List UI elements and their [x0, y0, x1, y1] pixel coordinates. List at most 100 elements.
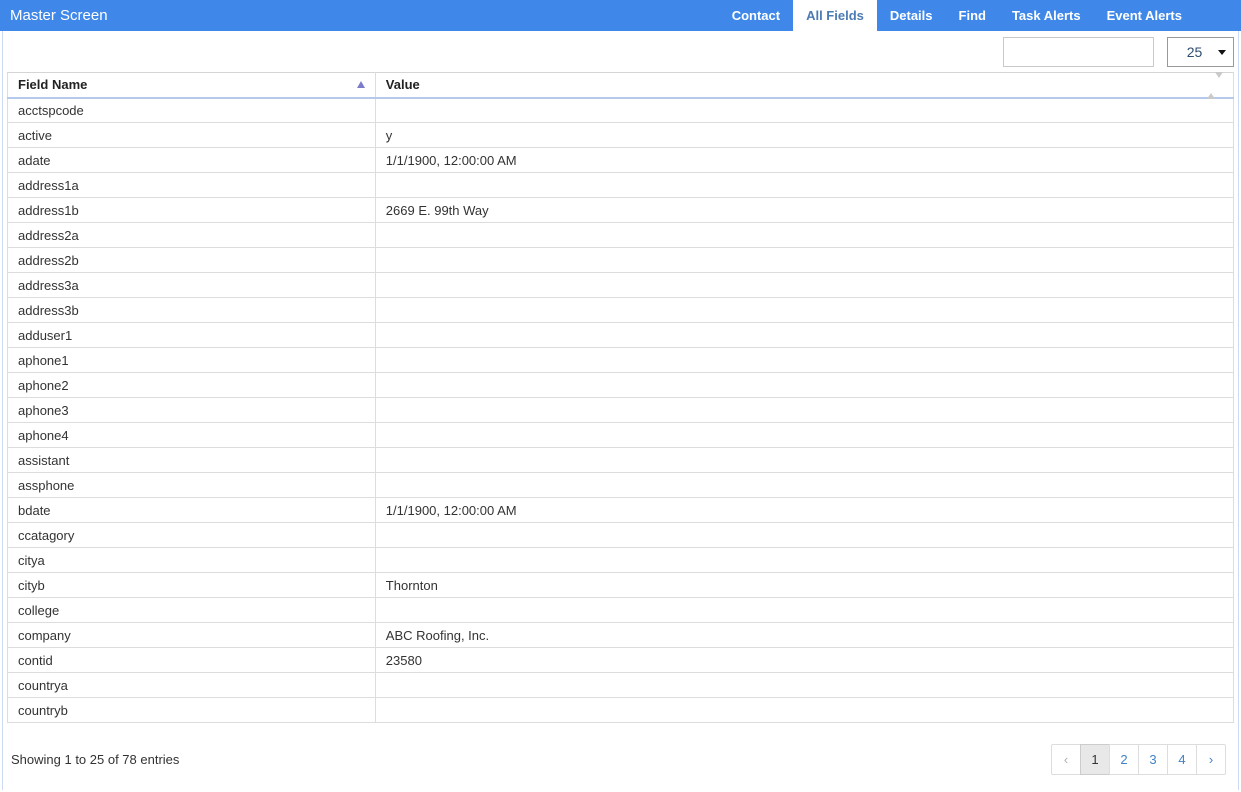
field-value-cell — [375, 598, 1233, 623]
sort-unsorted-icon — [1207, 78, 1223, 93]
field-name-cell: address2b — [8, 248, 376, 273]
table-header-row: Field Name Value — [8, 73, 1234, 98]
field-value-cell: 2669 E. 99th Way — [375, 198, 1233, 223]
field-value-cell: ABC Roofing, Inc. — [375, 623, 1233, 648]
field-value-cell: Thornton — [375, 573, 1233, 598]
tab-contact[interactable]: Contact — [719, 0, 793, 31]
table-row[interactable]: acctspcode — [8, 98, 1234, 123]
table-row[interactable]: assistant — [8, 448, 1234, 473]
pagination: ‹1234› — [1051, 744, 1226, 775]
field-name-cell: adate — [8, 148, 376, 173]
field-value-cell: 1/1/1900, 12:00:00 AM — [375, 498, 1233, 523]
table-row[interactable]: companyABC Roofing, Inc. — [8, 623, 1234, 648]
field-value-cell: 23580 — [375, 648, 1233, 673]
table-row[interactable]: address3a — [8, 273, 1234, 298]
table-row[interactable]: address2a — [8, 223, 1234, 248]
page-button-2[interactable]: 2 — [1109, 744, 1139, 775]
tab-find[interactable]: Find — [946, 0, 999, 31]
field-name-cell: company — [8, 623, 376, 648]
column-header-label: Field Name — [18, 77, 87, 92]
table-row[interactable]: adduser1 — [8, 323, 1234, 348]
field-value-cell — [375, 398, 1233, 423]
column-header-value[interactable]: Value — [375, 73, 1233, 98]
entries-info: Showing 1 to 25 of 78 entries — [11, 752, 179, 767]
page-button-3[interactable]: 3 — [1138, 744, 1168, 775]
sort-ascending-icon — [357, 81, 365, 88]
field-value-cell — [375, 348, 1233, 373]
table-row[interactable]: countrya — [8, 673, 1234, 698]
field-value-cell — [375, 698, 1233, 723]
field-value-cell — [375, 248, 1233, 273]
next-page-button[interactable]: › — [1196, 744, 1226, 775]
field-name-cell: address1b — [8, 198, 376, 223]
field-name-cell: address1a — [8, 173, 376, 198]
field-name-cell: address2a — [8, 223, 376, 248]
tab-all-fields[interactable]: All Fields — [793, 0, 877, 33]
table-body: acctspcodeactiveyadate1/1/1900, 12:00:00… — [8, 98, 1234, 723]
table-row[interactable]: adate1/1/1900, 12:00:00 AM — [8, 148, 1234, 173]
app-header: Master Screen ContactAll FieldsDetailsFi… — [0, 0, 1241, 31]
field-name-cell: countryb — [8, 698, 376, 723]
table-row[interactable]: ccatagory — [8, 523, 1234, 548]
field-name-cell: aphone4 — [8, 423, 376, 448]
field-value-cell — [375, 98, 1233, 123]
field-name-cell: assphone — [8, 473, 376, 498]
column-header-field-name[interactable]: Field Name — [8, 73, 376, 98]
field-name-cell: contid — [8, 648, 376, 673]
caret-down-icon — [1218, 50, 1226, 55]
tab-details[interactable]: Details — [877, 0, 946, 31]
field-name-cell: cityb — [8, 573, 376, 598]
fields-table: Field Name Value acctspcodeactiveyadate1… — [7, 72, 1234, 723]
field-name-cell: aphone1 — [8, 348, 376, 373]
column-header-label: Value — [386, 77, 420, 92]
field-name-cell: address3b — [8, 298, 376, 323]
table-row[interactable]: aphone4 — [8, 423, 1234, 448]
field-name-cell: adduser1 — [8, 323, 376, 348]
field-name-cell: address3a — [8, 273, 376, 298]
tab-event-alerts[interactable]: Event Alerts — [1094, 0, 1195, 31]
table-row[interactable]: address1a — [8, 173, 1234, 198]
table-row[interactable]: aphone2 — [8, 373, 1234, 398]
field-value-cell — [375, 548, 1233, 573]
page-length-select[interactable]: 25 — [1167, 37, 1234, 67]
field-value-cell — [375, 523, 1233, 548]
tab-task-alerts[interactable]: Task Alerts — [999, 0, 1094, 31]
table-row[interactable]: address2b — [8, 248, 1234, 273]
table-row[interactable]: countryb — [8, 698, 1234, 723]
field-name-cell: bdate — [8, 498, 376, 523]
field-value-cell — [375, 673, 1233, 698]
table-row[interactable]: address3b — [8, 298, 1234, 323]
field-value-cell — [375, 448, 1233, 473]
table-row[interactable]: aphone1 — [8, 348, 1234, 373]
field-value-cell — [375, 173, 1233, 198]
field-name-cell: aphone3 — [8, 398, 376, 423]
field-value-cell: y — [375, 123, 1233, 148]
field-value-cell — [375, 323, 1233, 348]
page-button-1[interactable]: 1 — [1080, 744, 1110, 775]
table-row[interactable]: college — [8, 598, 1234, 623]
table-row[interactable]: assphone — [8, 473, 1234, 498]
table-row[interactable]: citybThornton — [8, 573, 1234, 598]
field-value-cell — [375, 298, 1233, 323]
prev-page-button[interactable]: ‹ — [1051, 744, 1081, 775]
field-value-cell — [375, 223, 1233, 248]
table-row[interactable]: citya — [8, 548, 1234, 573]
field-name-cell: college — [8, 598, 376, 623]
field-value-cell — [375, 473, 1233, 498]
field-name-cell: ccatagory — [8, 523, 376, 548]
table-row[interactable]: aphone3 — [8, 398, 1234, 423]
page-title: Master Screen — [0, 7, 108, 24]
table-row[interactable]: address1b2669 E. 99th Way — [8, 198, 1234, 223]
field-name-cell: active — [8, 123, 376, 148]
table-row[interactable]: bdate1/1/1900, 12:00:00 AM — [8, 498, 1234, 523]
page-button-4[interactable]: 4 — [1167, 744, 1197, 775]
field-value-cell: 1/1/1900, 12:00:00 AM — [375, 148, 1233, 173]
field-value-cell — [375, 423, 1233, 448]
search-input[interactable] — [1003, 37, 1154, 67]
content-container: 25 Field Name Value acctspcodeactiveyada… — [2, 31, 1239, 790]
table-row[interactable]: activey — [8, 123, 1234, 148]
field-name-cell: acctspcode — [8, 98, 376, 123]
field-name-cell: citya — [8, 548, 376, 573]
table-row[interactable]: contid23580 — [8, 648, 1234, 673]
tab-bar: ContactAll FieldsDetailsFindTask AlertsE… — [719, 0, 1195, 31]
